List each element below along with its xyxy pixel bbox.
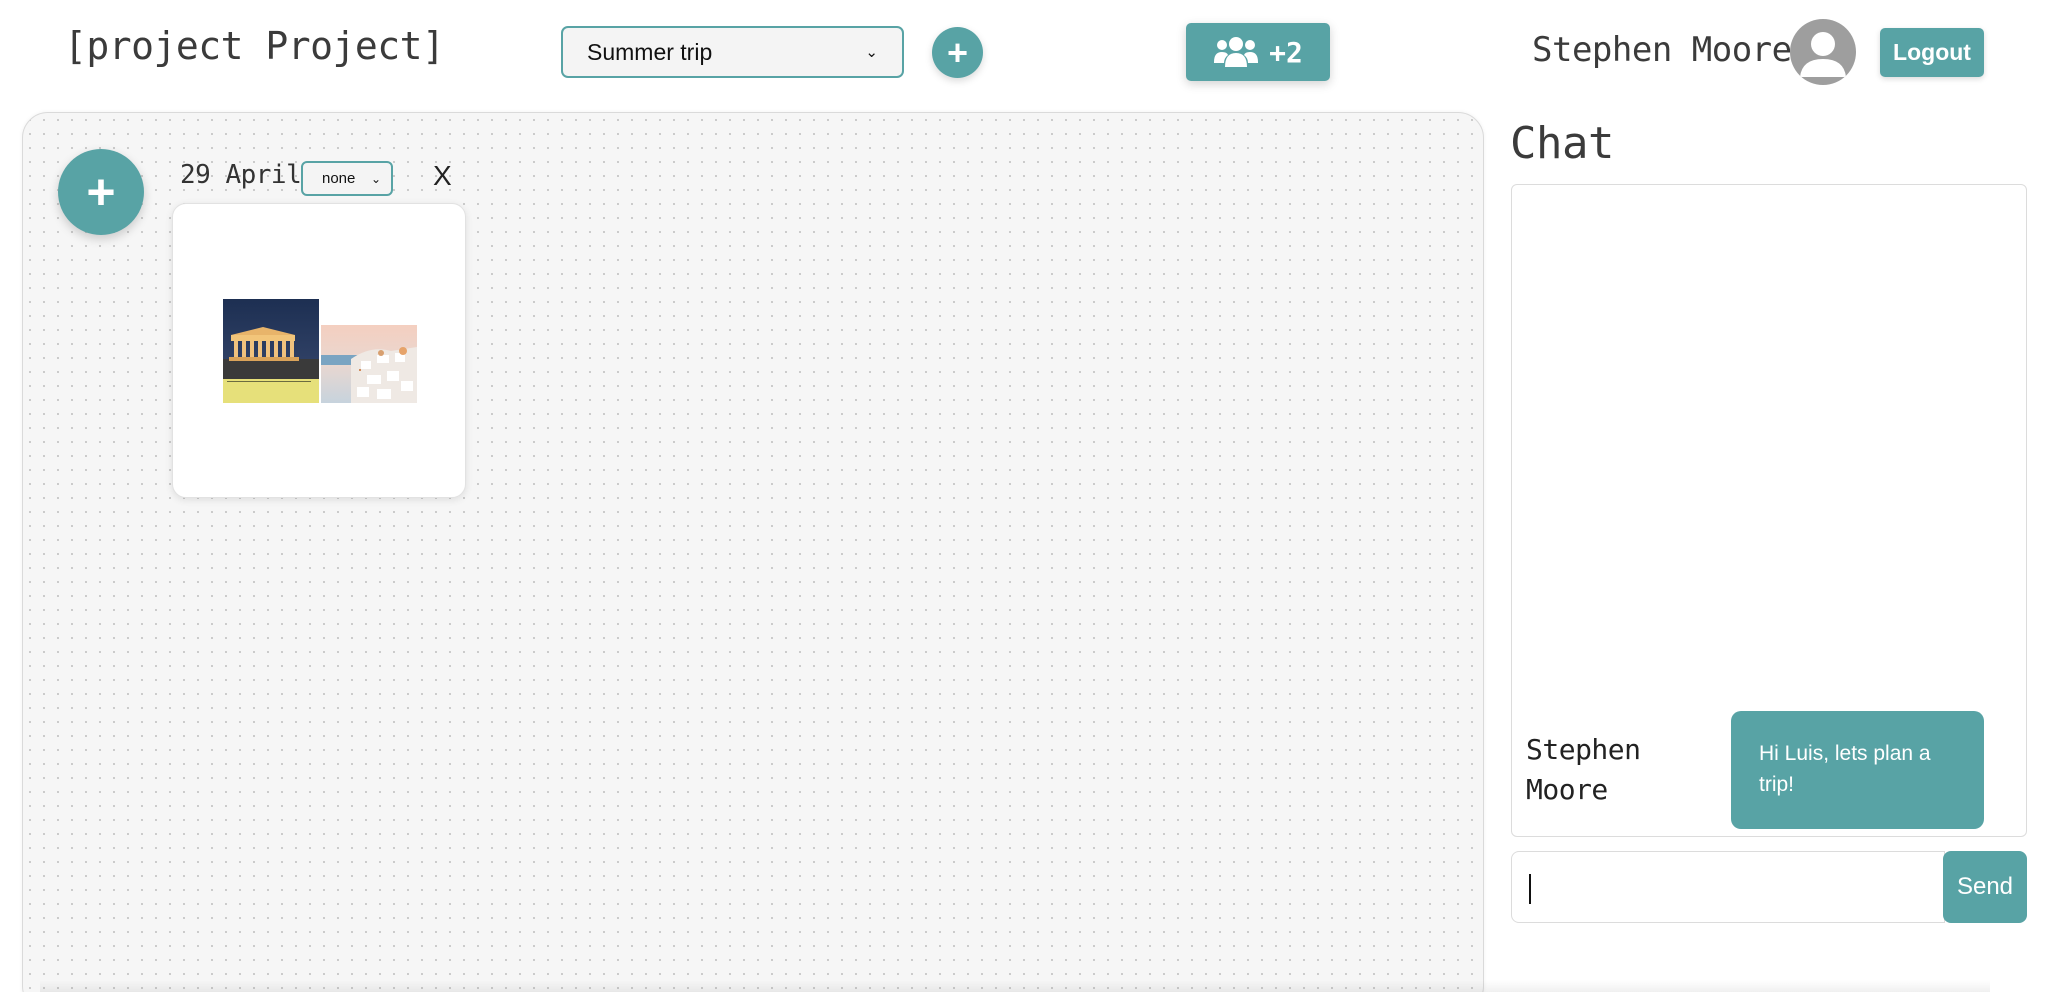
user-avatar-icon[interactable] [1790,19,1856,85]
page-bottom-shadow [40,980,1990,992]
card-status-value: none [322,170,356,187]
message-bubble: Hi Luis, lets plan a trip! [1731,711,1984,829]
members-button[interactable]: +2 [1186,23,1330,81]
message-sender: Stephen Moore [1526,733,1641,806]
send-button[interactable]: Send [1943,851,2027,923]
trip-card[interactable] [172,203,466,498]
card-date: 29 April [180,160,302,190]
chat-heading: Chat [1510,118,1614,169]
card-close-button[interactable]: X [433,160,452,192]
add-project-button[interactable]: + [932,27,983,78]
app-title: [project Project] [64,24,445,68]
users-icon [1214,37,1259,67]
project-select[interactable]: Summer trip ⌄ [561,26,904,78]
santorini-photo [321,325,417,403]
members-count: +2 [1269,35,1303,69]
acropolis-photo [223,299,319,403]
card-status-select[interactable]: none ⌄ [301,161,393,196]
add-card-button[interactable]: + [58,149,144,235]
plus-icon: + [86,164,116,220]
user-name: Stephen Moore [1532,30,1792,70]
logout-button[interactable]: Logout [1880,28,1984,77]
project-select-value: Summer trip [587,38,713,65]
chat-message-input[interactable] [1511,851,1945,923]
plus-icon: + [946,31,969,73]
chevron-down-icon: ⌄ [865,44,878,61]
text-caret [1529,874,1531,904]
chevron-down-icon: ⌄ [370,171,381,186]
